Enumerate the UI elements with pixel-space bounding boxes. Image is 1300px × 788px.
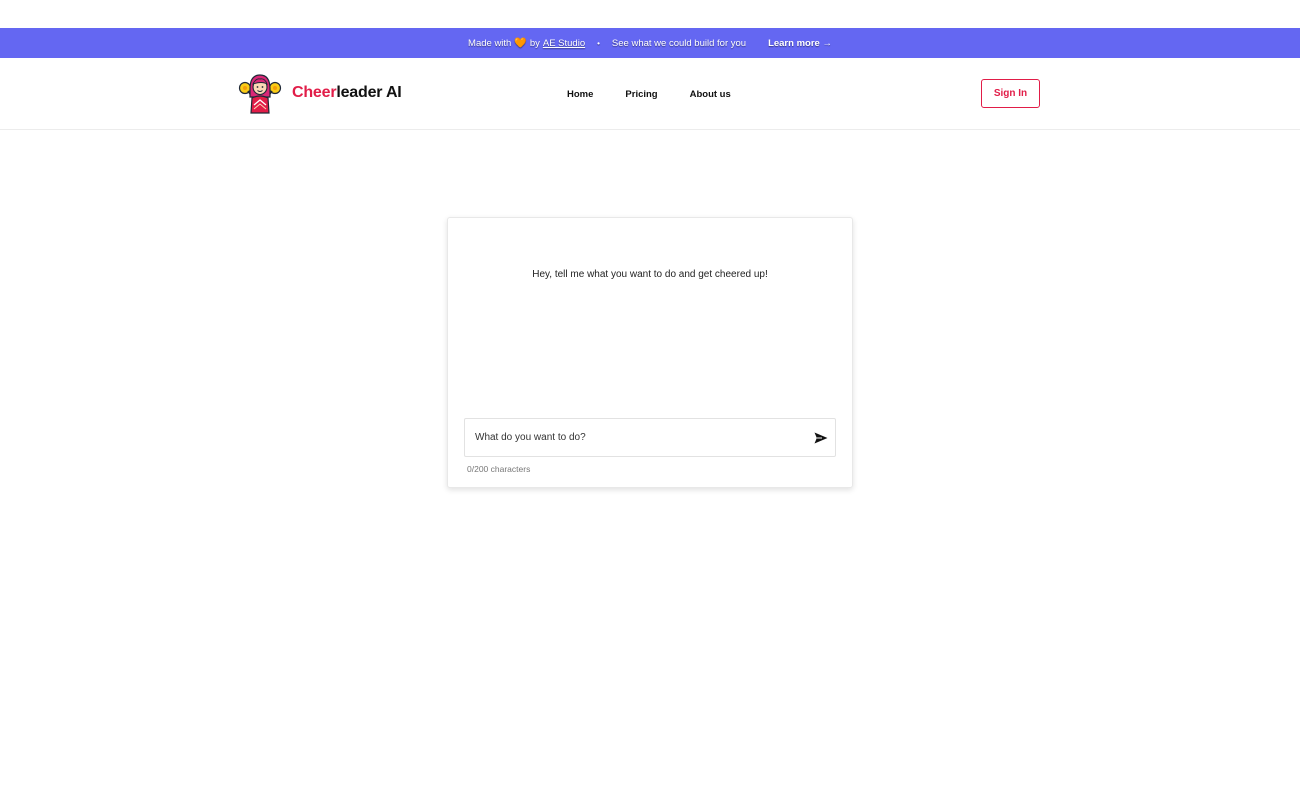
ae-studio-link[interactable]: AE Studio [543, 38, 585, 49]
sign-in-button[interactable]: Sign In [981, 79, 1040, 108]
promo-bar: Made with 🧡 by AE Studio • See what we c… [0, 28, 1300, 58]
promo-separator: • [597, 38, 600, 48]
send-icon [814, 432, 828, 443]
logo[interactable]: Cheerleader AI [237, 71, 402, 115]
learn-more-link[interactable]: Learn more → [768, 38, 832, 49]
heart-icon: 🧡 [514, 37, 527, 49]
top-gap [0, 0, 1300, 28]
cheerleader-icon [238, 74, 282, 114]
chat-input-wrapper [464, 418, 836, 457]
logo-text: Cheerleader AI [292, 84, 402, 101]
site-header: Cheerleader AI Home Pricing About us Sig… [0, 58, 1300, 130]
character-counter: 0/200 characters [467, 464, 531, 474]
chat-card: Hey, tell me what you want to do and get… [447, 217, 853, 488]
promo-tagline: See what we could build for you [611, 37, 747, 49]
nav-pricing[interactable]: Pricing [625, 89, 657, 100]
main-nav: Home Pricing About us [567, 58, 731, 130]
greeting-text: Hey, tell me what you want to do and get… [532, 269, 768, 280]
promo-made-with: Made with 🧡 by AE Studio [468, 37, 586, 49]
send-button[interactable] [807, 419, 835, 456]
task-input[interactable] [465, 419, 807, 456]
nav-home[interactable]: Home [567, 89, 593, 100]
nav-about-us[interactable]: About us [690, 89, 731, 100]
